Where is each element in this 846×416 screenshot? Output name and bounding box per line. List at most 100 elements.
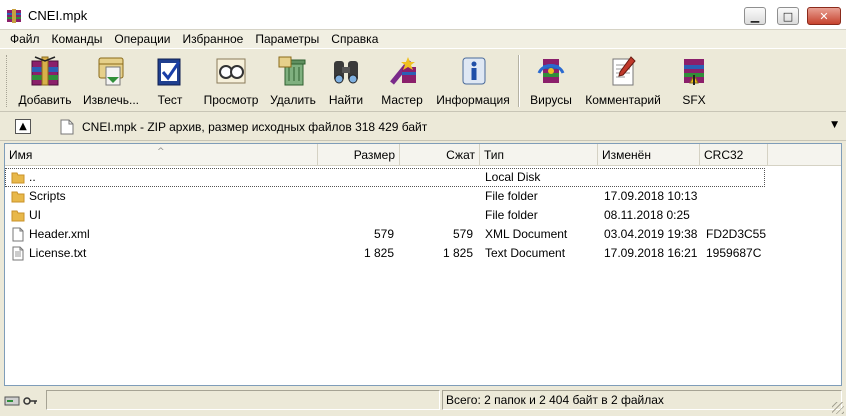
file-crc: FD2D3C55 bbox=[706, 227, 767, 241]
file-name: License.txt bbox=[29, 246, 87, 260]
menu-operations[interactable]: Операции bbox=[108, 30, 176, 48]
menu-bar: Файл Команды Операции Избранное Параметр… bbox=[0, 30, 846, 48]
sort-ascending-icon: ^ bbox=[157, 147, 165, 157]
status-bar: Всего: 2 папок и 2 404 байт в 2 файлах bbox=[0, 388, 846, 416]
sfx-icon bbox=[684, 59, 704, 85]
file-modified: 03.04.2019 19:38 bbox=[604, 227, 698, 241]
key-icon bbox=[23, 397, 37, 405]
find-icon bbox=[334, 61, 358, 84]
virus-scan-icon bbox=[537, 59, 565, 83]
address-bar: ▲ CNEI.mpk - ZIP архив, размер исходных … bbox=[0, 113, 846, 141]
file-size: 579 bbox=[373, 227, 394, 241]
archive-file-icon bbox=[60, 119, 74, 135]
test-icon bbox=[157, 58, 181, 86]
comment-label: Комментарий bbox=[585, 93, 661, 107]
file-row-license-txt[interactable]: License.txt 1 825 1 825 Text Document 17… bbox=[5, 244, 841, 263]
resize-grip[interactable] bbox=[832, 402, 844, 414]
file-type: Text Document bbox=[485, 246, 566, 260]
document-icon bbox=[12, 246, 24, 261]
menu-options[interactable]: Параметры bbox=[249, 30, 325, 48]
extract-label: Извлечь... bbox=[82, 93, 139, 107]
file-row-scripts[interactable]: Scripts File folder 17.09.2018 10:13 bbox=[5, 187, 841, 206]
file-modified: 17.09.2018 16:21 bbox=[604, 246, 698, 260]
sfx-label: SFX bbox=[682, 93, 706, 107]
file-type: XML Document bbox=[485, 227, 568, 241]
folder-icon bbox=[11, 191, 25, 203]
comment-icon bbox=[612, 56, 636, 86]
toolbar-grip[interactable] bbox=[6, 55, 10, 107]
toolbar-separator bbox=[518, 55, 520, 107]
info-button[interactable]: Информация bbox=[434, 51, 512, 109]
drive-icon bbox=[4, 396, 20, 406]
up-arrow-icon: ▲ bbox=[19, 121, 27, 132]
menu-help[interactable]: Справка bbox=[325, 30, 384, 48]
column-headers: Имя ^ Размер Сжат Тип Изменён CRC32 bbox=[5, 144, 841, 166]
title-bar: CNEI.mpk ▁ □ ✕ bbox=[0, 0, 846, 30]
file-row-ui[interactable]: UI File folder 08.11.2018 0:25 bbox=[5, 206, 841, 225]
test-button[interactable]: Тест bbox=[148, 51, 192, 109]
extract-button[interactable]: Извлечь... bbox=[80, 51, 142, 109]
wizard-icon bbox=[390, 57, 416, 85]
up-folder-button[interactable]: ▲ bbox=[15, 119, 31, 134]
file-crc: 1959687C bbox=[706, 246, 762, 260]
file-type: File folder bbox=[485, 208, 538, 222]
column-header-name[interactable]: Имя ^ bbox=[5, 144, 318, 166]
find-button[interactable]: Найти bbox=[324, 51, 368, 109]
sfx-button[interactable]: SFX bbox=[672, 51, 716, 109]
file-name: Header.xml bbox=[29, 227, 90, 241]
delete-label: Удалить bbox=[270, 93, 316, 107]
comment-button[interactable]: Комментарий bbox=[582, 51, 664, 109]
toolbar: Добавить Извлечь... Тест Просмотр Удалит… bbox=[0, 48, 846, 112]
file-list: Имя ^ Размер Сжат Тип Изменён CRC32 .. L… bbox=[4, 143, 842, 386]
maximize-button[interactable]: □ bbox=[777, 7, 799, 25]
file-row-parent[interactable]: .. Local Disk bbox=[5, 168, 765, 187]
status-drive-indicator bbox=[4, 392, 42, 410]
wizard-button[interactable]: Мастер bbox=[376, 51, 428, 109]
file-name: UI bbox=[29, 208, 41, 222]
file-name: .. bbox=[29, 170, 36, 184]
path-dropdown[interactable]: CNEI.mpk - ZIP архив, размер исходных фа… bbox=[56, 117, 842, 137]
folder-icon bbox=[11, 210, 25, 222]
folder-icon bbox=[11, 172, 25, 184]
info-icon bbox=[462, 57, 486, 85]
delete-icon bbox=[278, 56, 306, 86]
menu-file[interactable]: Файл bbox=[4, 30, 46, 48]
column-header-type[interactable]: Тип bbox=[480, 144, 598, 166]
column-header-modified[interactable]: Изменён bbox=[598, 144, 700, 166]
minimize-button[interactable]: ▁ bbox=[744, 7, 766, 25]
wizard-label: Мастер bbox=[381, 93, 423, 107]
find-label: Найти bbox=[328, 93, 364, 107]
file-packed: 579 bbox=[452, 227, 473, 241]
add-icon bbox=[31, 56, 59, 86]
column-header-packed[interactable]: Сжат bbox=[400, 144, 480, 166]
view-icon bbox=[216, 58, 246, 84]
archive-path-text: CNEI.mpk - ZIP архив, размер исходных фа… bbox=[82, 120, 428, 134]
dropdown-arrow-icon[interactable]: ▼ bbox=[831, 120, 838, 130]
close-button[interactable]: ✕ bbox=[807, 7, 841, 25]
file-row-header-xml[interactable]: Header.xml 579 579 XML Document 03.04.20… bbox=[5, 225, 841, 244]
file-modified: 17.09.2018 10:13 bbox=[604, 189, 698, 203]
view-button[interactable]: Просмотр bbox=[198, 51, 264, 109]
status-panel-selection bbox=[46, 390, 440, 410]
column-header-crc[interactable]: CRC32 bbox=[700, 144, 768, 166]
delete-button[interactable]: Удалить bbox=[268, 51, 318, 109]
extract-icon bbox=[98, 57, 124, 86]
file-modified: 08.11.2018 0:25 bbox=[604, 208, 690, 222]
file-type: File folder bbox=[485, 189, 538, 203]
add-button[interactable]: Добавить bbox=[16, 51, 74, 109]
info-label: Информация bbox=[436, 93, 510, 107]
file-name: Scripts bbox=[29, 189, 66, 203]
add-label: Добавить bbox=[18, 93, 72, 107]
menu-commands[interactable]: Команды bbox=[46, 30, 109, 48]
column-header-size[interactable]: Размер bbox=[318, 144, 400, 166]
file-packed: 1 825 bbox=[442, 246, 473, 260]
document-icon bbox=[12, 227, 24, 242]
file-type: Local Disk bbox=[485, 170, 541, 184]
virus-scan-button[interactable]: Вирусы bbox=[526, 51, 576, 109]
virus-scan-label: Вирусы bbox=[530, 93, 572, 107]
menu-favorites[interactable]: Избранное bbox=[177, 30, 250, 48]
view-label: Просмотр bbox=[203, 93, 259, 107]
status-total-text: Всего: 2 папок и 2 404 байт в 2 файлах bbox=[446, 393, 664, 407]
file-size: 1 825 bbox=[363, 246, 394, 260]
test-label: Тест bbox=[157, 93, 183, 107]
